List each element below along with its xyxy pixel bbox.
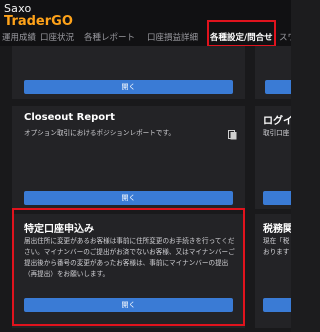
card-description: 取引口座 [263, 129, 290, 137]
card-description: オプション取引におけるポジションレポートです。 [24, 129, 175, 137]
tab-performance[interactable]: 運用成績 [2, 31, 36, 43]
card-title: Closeout Report [24, 112, 115, 123]
card-top-right [255, 46, 291, 99]
open-button[interactable]: 開く [24, 80, 233, 94]
card-title: ログイ [263, 116, 291, 127]
open-button-partial[interactable] [263, 298, 291, 312]
brand-logo-line2: TraderGO [4, 14, 73, 29]
active-tab-highlight [207, 20, 276, 47]
card-tax-partial: 税務関 現在「税おります [255, 214, 291, 328]
card-title: 税務関 [263, 224, 291, 235]
card-closeout-report: Closeout Report オプション取引におけるポジションレポートです。 … [12, 106, 245, 209]
card-top-left: 開く [12, 46, 245, 99]
tab-reports[interactable]: 各種レポート [84, 31, 135, 43]
open-button-partial[interactable] [263, 191, 291, 205]
tab-pnl-details[interactable]: 口座損益詳細 [147, 31, 198, 43]
tab-swap[interactable]: スワ [279, 31, 291, 43]
open-button-partial[interactable] [265, 80, 291, 94]
card-log-partial: ログイ 取引口座 [255, 106, 291, 209]
tab-account-status[interactable]: 口座状況 [40, 31, 74, 43]
tokutei-highlight-box [12, 208, 245, 326]
pdf-document-icon[interactable] [228, 130, 237, 140]
card-description: 現在「税おります [263, 237, 290, 256]
open-button[interactable]: 開く [24, 191, 233, 205]
